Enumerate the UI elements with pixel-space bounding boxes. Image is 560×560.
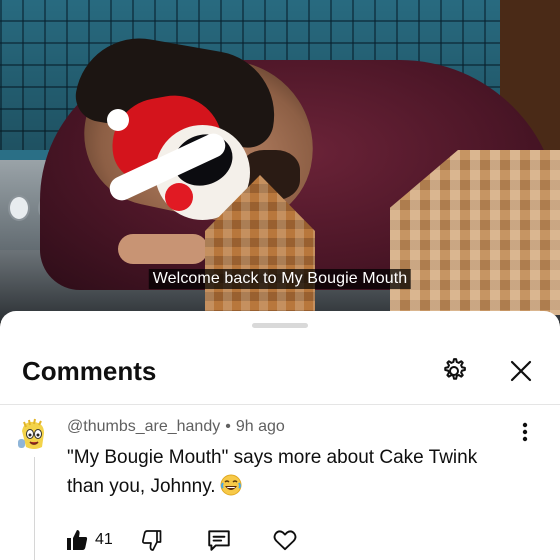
reply-button[interactable] [206,527,232,553]
comment-meta: @thumbs_are_handy • 9h ago [67,418,285,436]
comment-actions: 41 [65,525,298,555]
reply-icon [206,527,232,553]
thread-line [34,457,35,560]
thumbs-up-icon [65,528,89,552]
comment-more-button[interactable] [513,421,537,447]
drag-handle[interactable] [252,323,308,328]
heart-icon [272,527,298,553]
avatar[interactable] [16,417,52,453]
comments-title: Comments [22,356,157,386]
comment-item: @thumbs_are_handy • 9h ago "My Bougie Mout… [0,405,560,560]
video-subtitle: Welcome back to My Bougie Mouth [148,269,412,289]
stove-knob [8,195,30,221]
thumbs-down-icon [140,528,164,552]
gear-icon [439,356,469,391]
laughing-tears-emoji [220,474,242,496]
like-count: 41 [95,531,113,548]
close-button[interactable] [503,355,539,391]
comments-sheet: Comments @thumbs_are_handy • 9h ago "My … [0,311,560,560]
settings-button[interactable] [436,355,472,391]
video-player[interactable]: Welcome back to My Bougie Mouth [0,0,560,322]
comment-author[interactable]: @thumbs_are_handy [67,418,220,435]
meta-separator: • [225,418,231,435]
like-button[interactable]: 41 [65,528,113,552]
close-icon [509,359,533,388]
comment-time: 9h ago [235,418,285,435]
comment-text: "My Bougie Mouth" says more about Cake T… [67,443,517,501]
comment-body: "My Bougie Mouth" says more about Cake T… [67,447,478,497]
dislike-button[interactable] [140,528,164,552]
heart-button[interactable] [272,527,298,553]
more-vertical-icon [522,422,528,447]
person-hand [118,234,208,264]
